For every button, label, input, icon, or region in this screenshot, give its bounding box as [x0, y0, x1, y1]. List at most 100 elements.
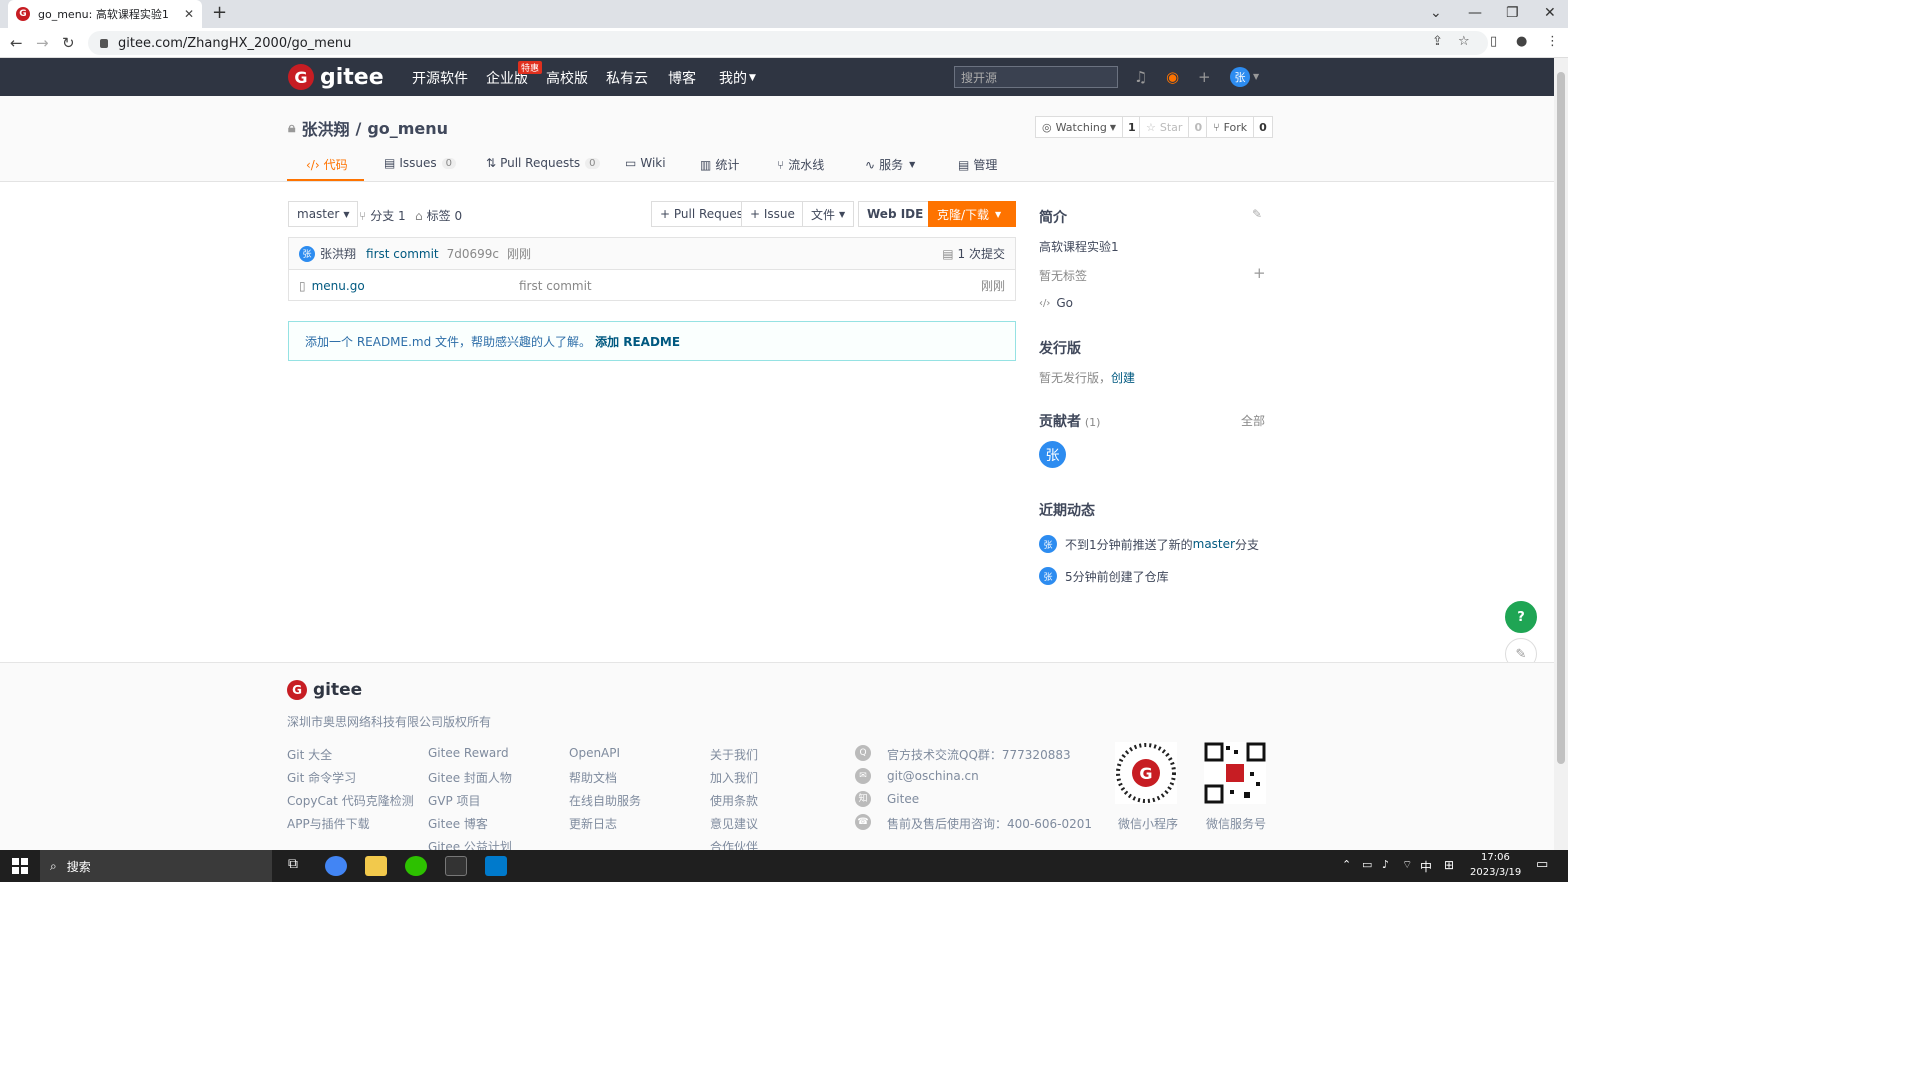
- avatar[interactable]: 张: [299, 245, 315, 262]
- commit-message[interactable]: first commit: [366, 247, 439, 261]
- minimize-icon[interactable]: —: [1468, 5, 1482, 21]
- branches-link[interactable]: ⑂ 分支 1: [359, 207, 406, 224]
- tab-issues[interactable]: ▤ Issues 0: [384, 156, 457, 170]
- new-tab-icon[interactable]: +: [212, 4, 227, 22]
- email-link[interactable]: git@oschina.cn: [887, 769, 979, 783]
- add-tag-icon[interactable]: +: [1253, 264, 1266, 282]
- web-ide-button[interactable]: Web IDE: [858, 201, 933, 227]
- footer-link[interactable]: 使用条款: [710, 792, 758, 809]
- bell-icon[interactable]: ♫: [1134, 68, 1147, 86]
- url-input[interactable]: gitee.com/ZhangHX_2000/go_menu: [88, 31, 1488, 55]
- tab-pipeline[interactable]: ⑂ 流水线: [777, 156, 824, 173]
- task-view-icon[interactable]: ⧉: [288, 856, 298, 872]
- language-link[interactable]: ‹/› Go: [1039, 296, 1073, 310]
- plus-icon[interactable]: +: [1198, 68, 1211, 86]
- browser-tab[interactable]: G go_menu: 高软课程实验1 ✕: [8, 0, 202, 28]
- tab-wiki[interactable]: ▭ Wiki: [625, 156, 666, 170]
- file-explorer-icon[interactable]: [365, 856, 387, 876]
- file-commit-message[interactable]: first commit: [519, 279, 592, 293]
- footer-link[interactable]: 更新日志: [569, 815, 617, 832]
- table-row[interactable]: ▯ menu.go first commit 刚刚: [289, 270, 1015, 301]
- footer-link[interactable]: Gitee 封面人物: [428, 769, 512, 786]
- nav-mine[interactable]: 我的: [719, 68, 747, 88]
- avatar[interactable]: 张: [1230, 67, 1250, 87]
- volume-icon[interactable]: ♪: [1382, 858, 1389, 871]
- tray-chevron-icon[interactable]: ⌃: [1342, 858, 1351, 871]
- footer-link[interactable]: GVP 项目: [428, 792, 481, 809]
- ime-indicator[interactable]: 中: [1420, 858, 1432, 875]
- footer-link[interactable]: APP与插件下载: [287, 815, 370, 832]
- footer-link[interactable]: 加入我们: [710, 769, 758, 786]
- sidepanel-icon[interactable]: ▯: [1490, 34, 1497, 49]
- back-icon[interactable]: ←: [10, 34, 23, 52]
- clock-date[interactable]: 2023/3/19: [1470, 867, 1521, 878]
- nav-edu[interactable]: 高校版: [546, 68, 588, 88]
- wechat-icon[interactable]: [405, 856, 427, 876]
- commit-hash[interactable]: 7d0699c: [447, 247, 499, 261]
- footer-link[interactable]: Git 大全: [287, 746, 332, 763]
- battery-icon[interactable]: ▭: [1362, 858, 1372, 871]
- footer-logo[interactable]: G gitee: [287, 680, 362, 700]
- branch-select[interactable]: master ▼: [288, 201, 359, 227]
- terminal-icon[interactable]: [445, 856, 467, 876]
- gitee-logo[interactable]: G gitee: [288, 64, 384, 90]
- taskbar-search[interactable]: ⌕ 搜索: [40, 850, 272, 882]
- windows-start-icon[interactable]: [12, 858, 28, 874]
- commit-author[interactable]: 张洪翔: [320, 245, 356, 262]
- tab-manage[interactable]: ▤ 管理: [958, 156, 997, 173]
- tab-code[interactable]: ‹/› 代码: [306, 156, 348, 173]
- commit-count-link[interactable]: ▤ 1 次提交: [942, 245, 1005, 262]
- new-issue-button[interactable]: + Issue: [741, 201, 804, 227]
- wifi-icon[interactable]: ⌔: [1402, 858, 1412, 872]
- tab-search-icon[interactable]: ⌄: [1430, 5, 1442, 21]
- star-button[interactable]: ☆ Star 0: [1139, 116, 1209, 138]
- clock-time[interactable]: 17:06: [1481, 852, 1510, 863]
- footer-link[interactable]: OpenAPI: [569, 746, 620, 760]
- fork-button[interactable]: ⑂ Fork 0: [1206, 116, 1273, 138]
- tab-services[interactable]: ∿ 服务 ▼: [865, 156, 915, 173]
- branch-link[interactable]: master: [1193, 537, 1235, 551]
- tags-link[interactable]: ⌂ 标签 0: [415, 207, 462, 224]
- watch-button[interactable]: ◎ Watching ▼ 1: [1035, 116, 1142, 138]
- nav-opensource[interactable]: 开源软件: [412, 68, 468, 88]
- clone-download-button[interactable]: 克隆/下载 ▼: [928, 201, 1016, 227]
- tab-stats[interactable]: ▥ 统计: [700, 156, 739, 173]
- avatar[interactable]: 张: [1039, 535, 1057, 553]
- maximize-icon[interactable]: ❐: [1506, 5, 1519, 21]
- avatar[interactable]: 张: [1039, 567, 1057, 585]
- nav-private-cloud[interactable]: 私有云: [606, 68, 648, 88]
- scrollbar-thumb[interactable]: [1557, 72, 1565, 764]
- search-input[interactable]: 搜开源: [954, 66, 1118, 88]
- footer-link[interactable]: 关于我们: [710, 746, 758, 763]
- zhihu-link[interactable]: Gitee: [887, 792, 919, 806]
- create-release-link[interactable]: 创建: [1111, 371, 1135, 385]
- avatar[interactable]: 张: [1039, 441, 1066, 468]
- repo-name[interactable]: go_menu: [367, 119, 448, 138]
- footer-link[interactable]: Gitee 博客: [428, 815, 488, 832]
- add-readme-link[interactable]: 添加 README: [595, 333, 680, 350]
- file-menu-button[interactable]: 文件 ▼: [802, 201, 855, 227]
- lightbulb-icon[interactable]: ◉: [1166, 68, 1179, 86]
- notification-icon[interactable]: ▭: [1536, 857, 1548, 872]
- ime-mode-icon[interactable]: ⊞: [1444, 858, 1454, 872]
- repo-owner[interactable]: 张洪翔: [301, 116, 349, 140]
- reload-icon[interactable]: ↻: [62, 34, 75, 52]
- bookmark-star-icon[interactable]: ☆: [1458, 34, 1470, 49]
- edit-icon[interactable]: ✎: [1252, 207, 1262, 221]
- footer-link[interactable]: CopyCat 代码克隆检测: [287, 792, 414, 809]
- nav-blog[interactable]: 博客: [668, 68, 696, 88]
- footer-link[interactable]: 在线自助服务: [569, 792, 641, 809]
- help-icon[interactable]: ?: [1505, 601, 1537, 633]
- tab-close-icon[interactable]: ✕: [184, 7, 194, 21]
- forward-icon[interactable]: →: [36, 34, 49, 52]
- tab-pull-requests[interactable]: ⇅ Pull Requests 0: [486, 156, 600, 170]
- footer-link[interactable]: 意见建议: [710, 815, 758, 832]
- vscode-icon[interactable]: [485, 856, 507, 876]
- all-contributors-link[interactable]: 全部: [1241, 412, 1265, 429]
- chrome-icon[interactable]: [325, 856, 347, 876]
- profile-icon[interactable]: ●: [1516, 34, 1527, 49]
- footer-link[interactable]: 帮助文档: [569, 769, 617, 786]
- footer-link[interactable]: Git 命令学习: [287, 769, 356, 786]
- footer-link[interactable]: Gitee Reward: [428, 746, 509, 760]
- menu-kebab-icon[interactable]: ⋮: [1546, 34, 1559, 49]
